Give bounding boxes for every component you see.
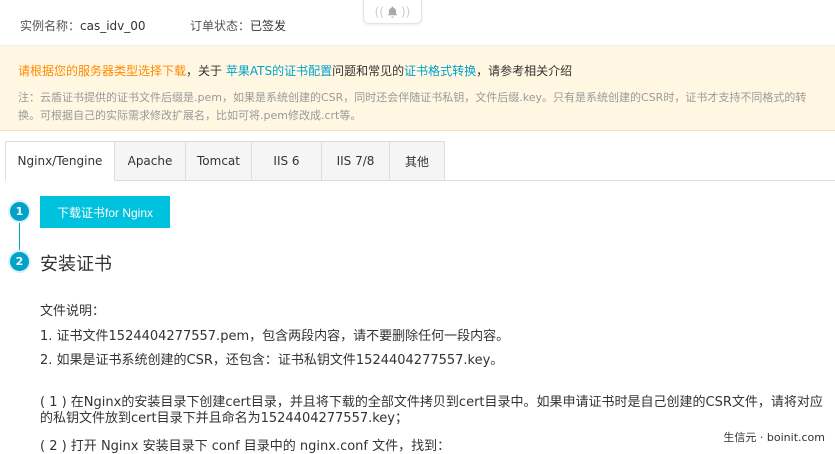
instance-name: 实例名称：cas_idv_00 — [20, 17, 146, 34]
server-type-tabs: Nginx/Tengine Apache Tomcat IIS 6 IIS 7/… — [5, 141, 835, 181]
notice-banner: 请根据您的服务器类型选择下载，关于 苹果ATS的证书配置问题和常见的证书格式转换… — [0, 46, 835, 131]
tab-iis6[interactable]: IIS 6 — [252, 141, 322, 181]
tab-iis78[interactable]: IIS 7/8 — [322, 141, 390, 181]
notification-toggle[interactable]: (( )) — [363, 0, 422, 24]
instance-name-value: cas_idv_00 — [80, 19, 146, 33]
file-desc-item-2: 2. 如果是证书系统创建的CSR，还包含：证书私钥文件1524404277557… — [40, 349, 503, 368]
tab-tomcat[interactable]: Tomcat — [186, 141, 252, 181]
install-step-1: ( 1 ) 在Nginx的安装目录下创建cert目录，并且将下载的全部文件拷贝到… — [40, 395, 830, 427]
order-status-value: 已签发 — [250, 19, 286, 33]
step-2-badge: 2 — [10, 252, 29, 271]
order-status-label: 订单状态： — [190, 19, 250, 33]
tab-nginx[interactable]: Nginx/Tengine — [5, 141, 115, 181]
download-nginx-button[interactable]: 下载证书for Nginx — [40, 196, 170, 228]
step-1-badge: 1 — [10, 202, 29, 221]
site-watermark: 生信元 · boinit.com — [721, 429, 827, 445]
tab-other[interactable]: 其他 — [390, 141, 445, 181]
file-desc-label: 文件说明： — [40, 300, 105, 319]
notice-text: ，关于 — [186, 64, 226, 78]
notice-text: ，请参考相关介绍 — [476, 64, 572, 78]
install-step-2: ( 2 ) 打开 Nginx 安装目录下 conf 目录中的 nginx.con… — [40, 435, 450, 454]
bell-icon — [387, 6, 398, 18]
right-wave-icon: )) — [401, 5, 410, 19]
ats-config-link[interactable]: 苹果ATS的证书配置 — [226, 64, 332, 78]
tab-apache[interactable]: Apache — [115, 141, 186, 181]
format-convert-link[interactable]: 证书格式转换 — [404, 64, 476, 78]
notice-text: 问题和常见的 — [332, 64, 404, 78]
install-cert-title: 安装证书 — [40, 250, 112, 276]
notice-line-1: 请根据您的服务器类型选择下载，关于 苹果ATS的证书配置问题和常见的证书格式转换… — [18, 62, 572, 79]
notice-note: 注：云盾证书提供的证书文件后缀是.pem，如果是系统创建的CSR，同时还会伴随证… — [18, 89, 823, 125]
notice-highlight: 请根据您的服务器类型选择下载 — [18, 64, 186, 78]
instance-name-label: 实例名称： — [20, 19, 80, 33]
left-wave-icon: (( — [375, 5, 384, 19]
order-status: 订单状态：已签发 — [190, 17, 286, 34]
file-desc-item-1: 1. 证书文件1524404277557.pem，包含两段内容，请不要删除任何一… — [40, 325, 509, 344]
